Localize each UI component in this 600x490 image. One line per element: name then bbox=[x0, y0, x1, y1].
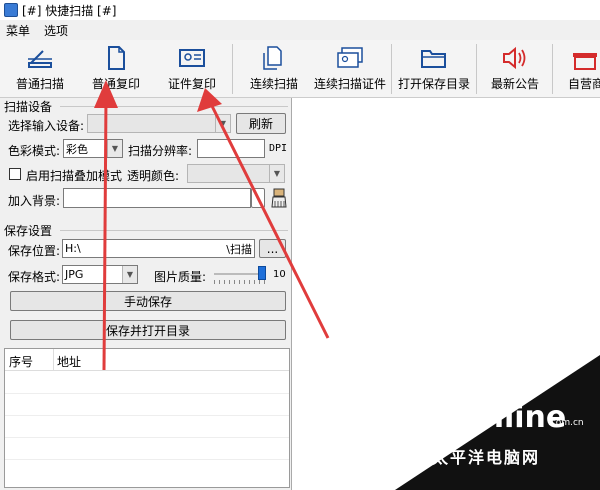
watermark-domain: .com.cn bbox=[548, 418, 584, 428]
watermark-cn: 太平洋电脑网 bbox=[432, 448, 541, 467]
watermark-brand: PConline bbox=[418, 400, 567, 435]
